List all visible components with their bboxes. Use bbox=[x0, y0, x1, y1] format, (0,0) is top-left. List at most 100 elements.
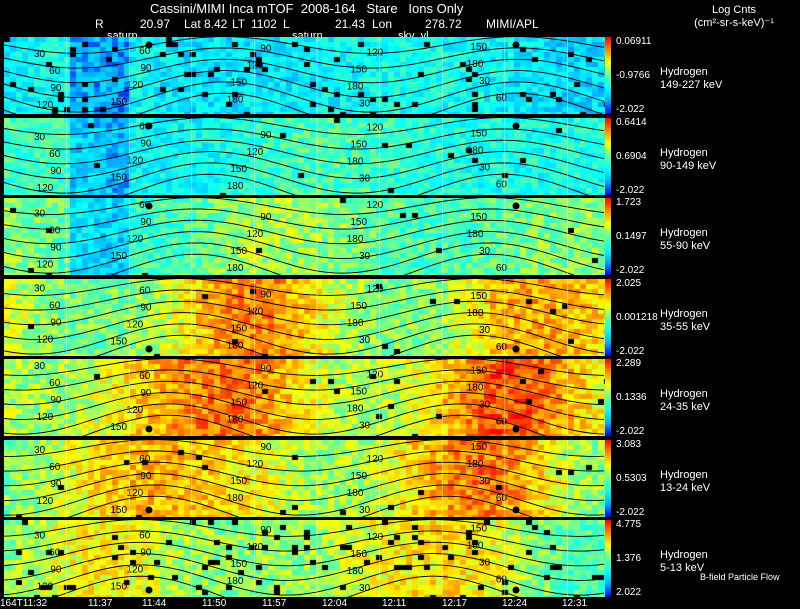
contour-label: 150 bbox=[230, 559, 247, 570]
contour-label: 90 bbox=[260, 43, 272, 54]
contour-label: 90 bbox=[260, 129, 272, 140]
species-name: Hydrogen bbox=[660, 227, 708, 239]
x-tick-label: 12:17 bbox=[442, 598, 468, 609]
contour-label: 180 bbox=[467, 229, 484, 240]
contour-label: 150 bbox=[110, 336, 127, 347]
contour-label: 90 bbox=[260, 364, 272, 375]
contour-label: 180 bbox=[467, 541, 484, 552]
species-label: Hydrogen 13-24 keV bbox=[660, 469, 710, 495]
contour-label: 120 bbox=[367, 370, 384, 381]
contour-label: 120 bbox=[367, 283, 384, 294]
contour-label: 60 bbox=[496, 416, 508, 427]
contour-label: 180 bbox=[347, 566, 364, 577]
species-name: Hydrogen bbox=[660, 388, 708, 400]
contour-line bbox=[4, 520, 605, 537]
contour-overlay: 3060901206090120150901201501801201501803… bbox=[4, 37, 605, 114]
contour-overlay: 3060901206090120150901201501801201501803… bbox=[4, 439, 605, 517]
contour-label: 60 bbox=[49, 462, 61, 473]
contour-label: 30 bbox=[359, 173, 371, 184]
contour-label: 120 bbox=[367, 48, 384, 59]
legend-units-text: (cm²-sr-s-keV)⁻¹ bbox=[694, 17, 774, 29]
lon-value: 278.72 bbox=[425, 17, 462, 31]
field-direction-dot bbox=[145, 425, 153, 433]
contour-label: 120 bbox=[247, 60, 264, 71]
contour-label: 30 bbox=[34, 531, 46, 542]
contour-label: 120 bbox=[247, 459, 264, 470]
contour-label: 120 bbox=[37, 582, 54, 593]
contour-label: 30 bbox=[359, 334, 371, 345]
energy-range: 13-24 keV bbox=[660, 481, 711, 494]
field-direction-dot bbox=[512, 345, 520, 352]
contour-label: 60 bbox=[139, 371, 151, 382]
contour-line bbox=[4, 47, 605, 69]
contour-label: 150 bbox=[470, 212, 487, 223]
contour-label: 150 bbox=[230, 323, 247, 334]
contour-line bbox=[4, 553, 605, 581]
contour-label: 180 bbox=[227, 576, 244, 587]
field-direction-dot bbox=[512, 41, 520, 49]
contour-label: 90 bbox=[260, 289, 272, 300]
contour-label: 90 bbox=[50, 83, 62, 94]
contour-label: 120 bbox=[367, 200, 384, 211]
contour-label: 90 bbox=[50, 395, 62, 406]
contour-label: 180 bbox=[467, 59, 484, 70]
contour-label: 30 bbox=[359, 99, 371, 110]
contour-line bbox=[82, 414, 548, 436]
contour-label: 150 bbox=[350, 387, 367, 398]
contour-label: 60 bbox=[139, 531, 151, 542]
contour-label: 180 bbox=[347, 317, 364, 328]
r-label: R bbox=[95, 17, 104, 31]
species-name: Hydrogen bbox=[660, 549, 708, 561]
contour-line bbox=[4, 461, 605, 486]
lat-label: Lat bbox=[184, 17, 201, 31]
contour-line bbox=[4, 127, 605, 150]
x-tick-label: 12:24 bbox=[502, 598, 528, 609]
species-name: Hydrogen bbox=[660, 468, 708, 481]
species-label: Hydrogen 24-35 keV bbox=[660, 388, 710, 414]
l-label: L bbox=[283, 17, 290, 31]
field-direction-dot bbox=[512, 202, 520, 210]
contour-label: 120 bbox=[37, 334, 54, 345]
contour-label: 90 bbox=[50, 565, 62, 576]
contour-label: 180 bbox=[347, 156, 364, 167]
colorbar-max-label: 4.775 bbox=[616, 519, 642, 530]
colorbar-min-label: -2.022 bbox=[616, 265, 645, 276]
spectrogram-panel: 30 60 90 120 60 90 120 150 90 120 150 180 120 150 180 3… bbox=[4, 439, 605, 517]
colorbar-max-label: 0.06911 bbox=[616, 36, 652, 47]
contour-label: 60 bbox=[49, 225, 61, 236]
contour-label: 30 bbox=[479, 558, 491, 569]
field-direction-dot bbox=[145, 122, 153, 129]
contour-label: 30 bbox=[479, 76, 491, 87]
contour-line bbox=[4, 242, 605, 274]
contour-label: 90 bbox=[50, 242, 62, 253]
contour-label: 60 bbox=[496, 263, 508, 274]
r-value: 20.97 bbox=[140, 17, 171, 31]
contour-label: 120 bbox=[367, 122, 384, 133]
credit-label: MIMI/APL bbox=[486, 17, 539, 31]
contour-line bbox=[4, 439, 605, 457]
contour-label: 150 bbox=[230, 163, 247, 174]
field-direction-dot bbox=[512, 586, 520, 594]
contour-label: 90 bbox=[140, 217, 152, 228]
contour-line bbox=[4, 288, 605, 311]
contour-label: 150 bbox=[110, 251, 127, 262]
contour-line bbox=[109, 253, 575, 275]
lon-label: Lon bbox=[372, 17, 393, 31]
contour-line bbox=[4, 300, 605, 325]
energy-range: 149-227 keV bbox=[660, 79, 723, 91]
contour-label: 90 bbox=[140, 548, 152, 559]
field-direction-dot bbox=[512, 506, 520, 513]
contour-label: 150 bbox=[470, 290, 487, 301]
contour-label: 30 bbox=[479, 324, 491, 335]
contour-label: 90 bbox=[50, 317, 62, 328]
x-tick-label: 11:44 bbox=[142, 598, 167, 609]
contour-label: 30 bbox=[34, 131, 46, 142]
contour-label: 180 bbox=[227, 340, 244, 351]
species-label: Hydrogen 90-149 keV bbox=[660, 147, 716, 173]
contour-label: 90 bbox=[260, 442, 272, 453]
colorbar-min-label: -2.022 bbox=[616, 426, 645, 437]
x-tick-label: 11:50 bbox=[202, 598, 227, 609]
contour-label: 120 bbox=[37, 412, 54, 423]
colorbar bbox=[605, 198, 611, 275]
contour-label: 60 bbox=[139, 285, 151, 296]
